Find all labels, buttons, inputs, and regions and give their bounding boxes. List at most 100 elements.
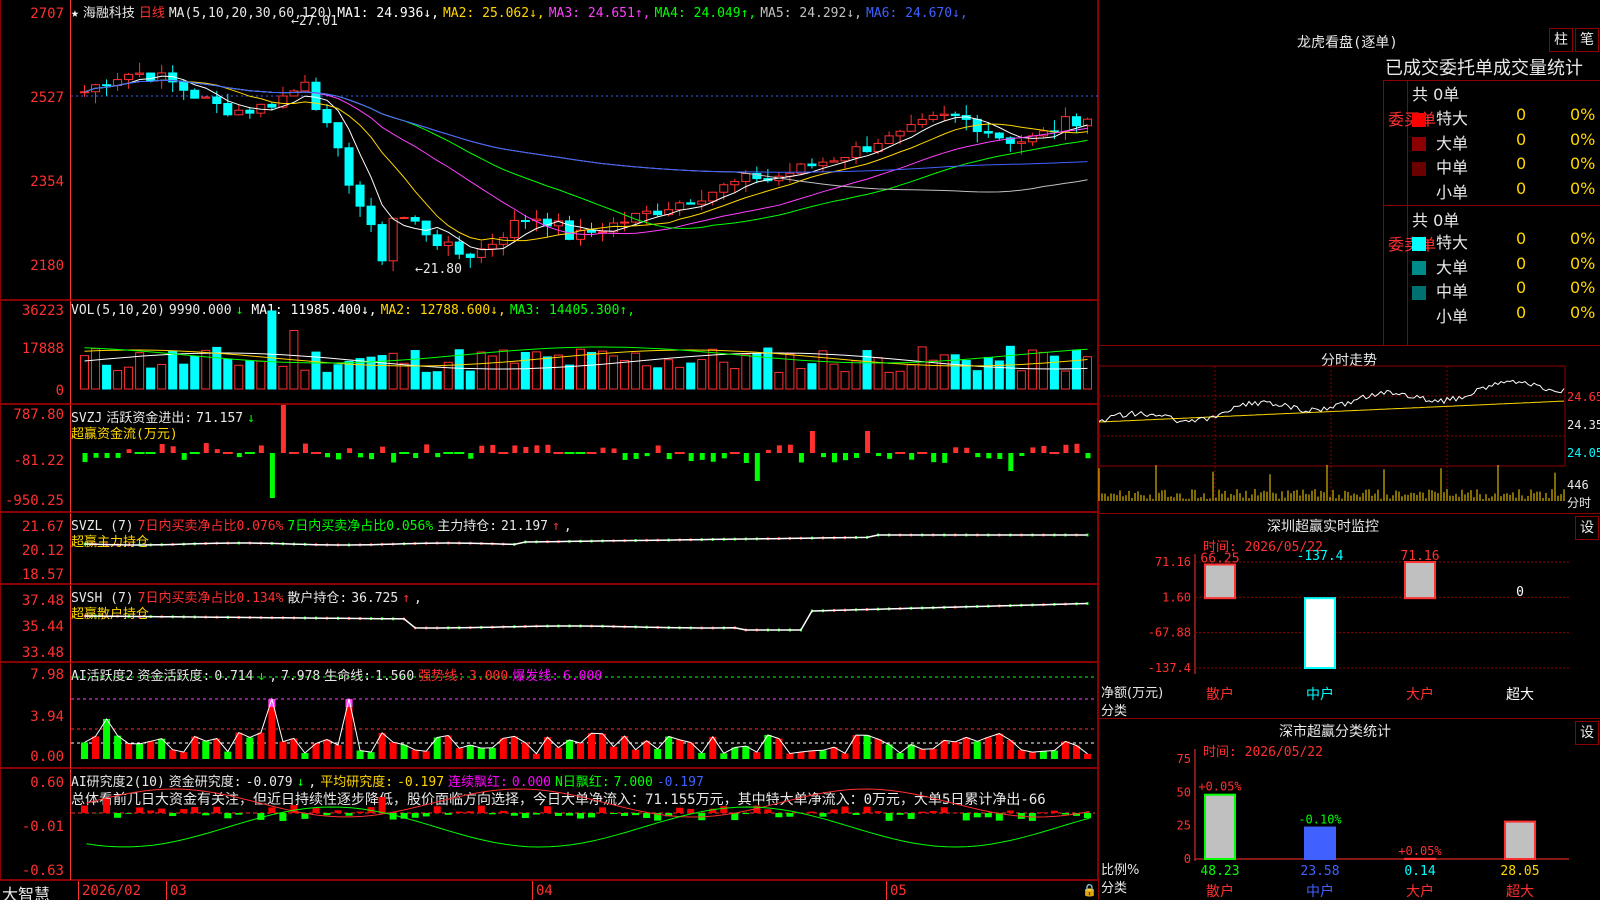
flow-bar [787,444,793,453]
sz-bar-label: -137.4 [1297,549,1344,564]
flow-bar [820,453,826,458]
research-bar [554,813,562,816]
order-type: 中单 [1436,282,1469,301]
volume-bar [124,366,134,390]
candle [1016,141,1026,144]
volume-chart[interactable] [1,301,1099,405]
ai-activity-chart[interactable] [1,663,1099,769]
candle [851,146,861,159]
research-bar [1006,810,1014,813]
activity-bar [1028,752,1036,759]
candle [223,103,233,116]
sm-ylabel: 比例% [1101,863,1140,878]
lhb-table: 委买单 委卖单 共 0单 共 0单 特大 0 0% 大单 0 0% 中单 0 0% 小单 0 0% 特… [1383,80,1600,346]
research-bar [543,806,551,813]
volume-bar [972,370,982,390]
candle [697,200,707,205]
volume-bar [884,371,894,390]
lock-icon[interactable]: 🔒 [1082,883,1097,897]
sm-value-label: 48.23 [1200,864,1239,879]
volume-bar [1082,356,1093,390]
svzl-chart[interactable] [1,513,1099,585]
activity-bar [863,735,871,759]
research-bar [345,813,353,816]
volume-bar [1060,370,1070,390]
candle [179,81,189,91]
svzj-chart[interactable] [1,405,1099,513]
volume-bar [620,359,630,390]
candle [620,221,630,224]
date-axis: 大智慧 2026/02 03 04 05 🔒 [0,880,1098,900]
ma-line [84,79,1088,173]
flow-bar [435,453,441,458]
volume-bar [796,368,806,390]
research-bar [488,813,496,815]
order-pct: 0% [1570,229,1596,248]
volume-bar [245,360,255,390]
research-bar [334,810,342,813]
activity-bar [1039,751,1047,759]
volume-bar [410,350,420,390]
research-bar [731,813,739,821]
activity-bar [951,741,959,759]
volume-bar [752,353,762,390]
candle [653,210,663,216]
flow-bar [655,445,661,453]
svsh-panel[interactable]: SVSH (7) 7日内买卖净占比0.134% 散户持仓: 36.725 ↑, 超赢散户… [0,584,1099,663]
intraday-chart[interactable] [1098,346,1600,514]
flow-bar [754,453,760,481]
svzj-panel[interactable]: SVZJ 活跃资金进出: 71.157 ↓ 超赢资金流(万元) 787.80 -81.… [0,404,1099,513]
tick-view-button[interactable]: 笔 [1575,28,1599,52]
candle [322,109,332,124]
candle [906,124,916,132]
activity-bar [422,751,430,759]
candle [487,243,497,250]
candle [124,73,134,81]
volume-bar [531,351,541,390]
bar-view-button[interactable]: 柱 [1549,28,1573,52]
volume-panel[interactable]: VOL(5,10,20) 9990.000 ↓ MA1: 11985.400↓, MA2… [0,300,1099,405]
flow-bar [743,453,749,463]
activity-bar [455,748,463,759]
volume-bar [476,351,486,390]
research-bar [1050,810,1058,813]
research-bar [422,813,430,817]
candle [377,224,387,262]
candle [355,184,365,207]
research-bar [896,813,904,815]
order-pct: 0% [1570,105,1596,124]
volume-bar [465,370,475,390]
kline-panel[interactable]: ★ 海融科技 日线 MA(5,10,20,30,60,120) MA1: 24.936↓… [0,0,1099,300]
ai-activity-panel[interactable]: AI活跃度2 资金活跃度: 0.714 ↓, 7.978 生命线: 1.560 强势线: 3.0… [0,662,1099,769]
sz-bar [1404,561,1436,600]
flow-bar [258,445,264,453]
candle [708,191,718,202]
intraday-panel[interactable]: 分时走势 24.65 24.35 24.05 446 分时 [1098,345,1600,513]
sm-xlabel: 分类 [1101,881,1128,896]
research-bar [180,809,188,813]
activity-bar [742,746,750,759]
flow-bar [1008,453,1014,471]
ytick-label: 25 [1177,819,1191,833]
swatch [1412,285,1426,300]
order-value: 0 [1516,302,1527,322]
ai-research-chart[interactable] [1,769,1099,881]
candle [642,210,652,214]
research-bar [929,810,937,813]
candlestick-chart[interactable] [1,0,1099,300]
sm-value-label: 23.58 [1300,864,1339,879]
volume-bar [840,371,850,390]
svsh-chart[interactable] [1,585,1099,663]
research-bar [158,808,166,813]
volume-bar [542,356,552,390]
volume-bar [487,355,497,390]
ai-research-panel[interactable]: AI研究度2(10) 资金研究度: -0.079 ↓, 平均研究度: -0.197 连续飘红… [0,768,1099,881]
candle [454,241,464,255]
candle [366,205,376,226]
volume-bar [113,370,123,390]
svzl-panel[interactable]: SVZL (7) 7日内买卖净占比0.076% 7日内买卖净占比0.056% 主力持仓… [0,512,1099,585]
activity-bar [499,738,507,759]
research-bar [147,810,155,813]
intraday-price-label: 24.35 [1567,418,1600,432]
flow-bar [479,445,485,453]
